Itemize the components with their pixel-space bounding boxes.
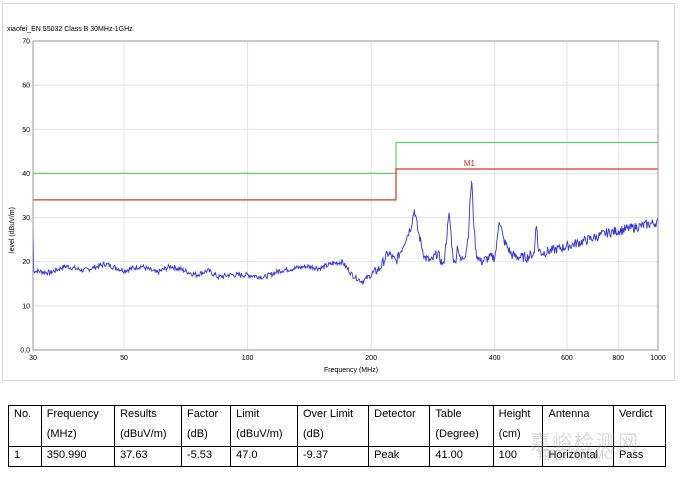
header-unit-cell <box>368 426 431 447</box>
x-tick-label: 1000 <box>650 355 666 362</box>
axes <box>32 40 659 351</box>
header-cell: Height <box>492 405 544 426</box>
table-cell: 1 <box>8 446 42 467</box>
table-cell: 37.63 <box>114 446 182 467</box>
y-axis-label: level (dBuV/m) <box>9 207 16 253</box>
header-cell: Verdict <box>612 405 667 426</box>
header-unit-cell: (dB) <box>296 426 370 447</box>
y-tick-label: 40 <box>22 171 30 178</box>
table-cell: -5.53 <box>180 446 232 467</box>
header-cell: Factor <box>180 405 232 426</box>
emission-plot: M1 0.0 10 20 30 40 50 60 70 30 50 100 200 400 600 800 1… <box>9 39 666 375</box>
series-group <box>32 182 659 286</box>
header-cell: Results <box>114 405 182 426</box>
header-unit-cell: (Degree) <box>429 426 494 447</box>
header-cell: Table <box>429 405 494 426</box>
header-row: No. Frequency Results Factor Limit Over Limit… <box>8 405 667 426</box>
marker-label: M1 <box>464 159 476 168</box>
header-cell: Limit <box>230 405 298 426</box>
x-tick-label: 800 <box>612 355 624 362</box>
header-unit-cell: (MHz) <box>40 426 116 447</box>
header-unit-cell: (dBuV/m) <box>230 426 298 447</box>
y-tick-label: 60 <box>22 83 30 90</box>
table-cell: Peak <box>368 446 431 467</box>
y-tick-label: 20 <box>22 259 30 266</box>
y-tick-label: 50 <box>22 127 30 134</box>
table-cell: 350.990 <box>40 446 116 467</box>
measurement-trace <box>32 182 659 286</box>
x-tick-label: 200 <box>365 355 377 362</box>
x-tick-label: 30 <box>29 355 37 362</box>
header-cell: Frequency <box>40 405 116 426</box>
header-cell: No. <box>8 405 42 426</box>
y-tick-label: 10 <box>22 303 30 310</box>
header-unit-cell <box>8 426 42 447</box>
x-tick-label: 400 <box>489 355 501 362</box>
x-tick-label: 600 <box>561 355 573 362</box>
plot-area-border <box>32 40 659 351</box>
header-cell: Over Limit <box>296 405 370 426</box>
header-unit-cell: (dBuV/m) <box>114 426 182 447</box>
table-cell: -9.37 <box>296 446 370 467</box>
x-tick-label: 100 <box>242 355 254 362</box>
grid <box>32 40 659 351</box>
y-tick-label: 0.0 <box>20 348 30 355</box>
y-tick-label: 70 <box>22 39 30 46</box>
watermark-subtext: 翔略科技EMC <box>538 448 613 462</box>
y-tick-label: 30 <box>22 215 30 222</box>
header-cell: Detector <box>368 405 431 426</box>
markers: M1 <box>464 159 476 184</box>
header-cell: Antenna <box>542 405 614 426</box>
x-tick-label: 50 <box>120 355 128 362</box>
x-axis-label: Frequency (MHz) <box>324 367 378 374</box>
table-cell: 47.0 <box>230 446 298 467</box>
header-unit-cell: (dB) <box>180 426 232 447</box>
table-cell: 41.00 <box>429 446 494 467</box>
limit-lines <box>33 141 658 201</box>
